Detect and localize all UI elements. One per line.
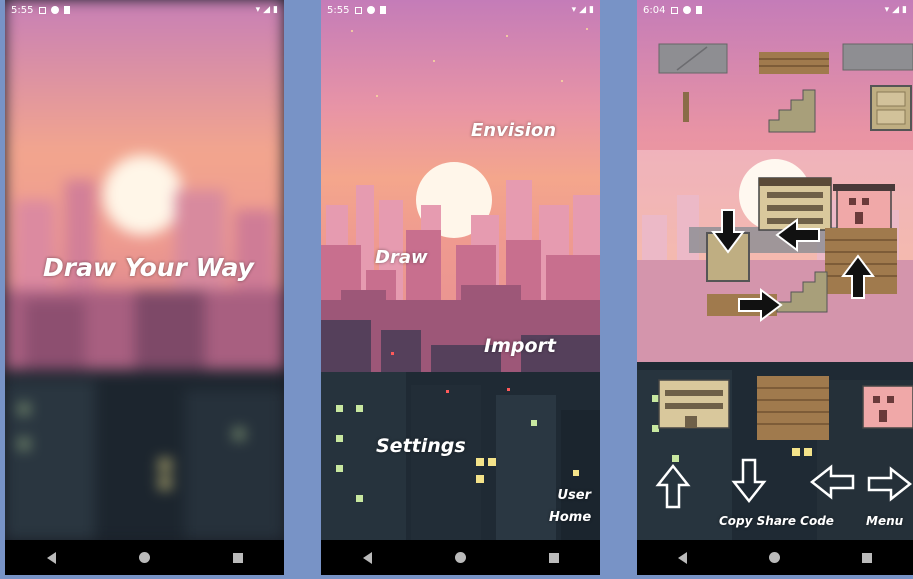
back-icon[interactable]	[46, 551, 56, 564]
nav-bar	[5, 540, 284, 575]
envision-button[interactable]: Envision	[471, 120, 556, 141]
back-icon[interactable]	[362, 551, 372, 564]
status-bar: 6:04 ▾ ◢ ▮	[637, 0, 913, 20]
home-icon[interactable]	[454, 552, 466, 563]
sync-icon	[683, 6, 692, 14]
move-right-button[interactable]	[867, 466, 913, 502]
level-editor-screen: Copy Share Code Menu 6:04 ▾ ◢ ▮	[637, 0, 913, 575]
status-time: 5:55	[327, 4, 350, 16]
sync-icon	[51, 6, 60, 14]
recents-icon[interactable]	[232, 552, 243, 563]
main-menu-screen: 5:55 ▾ ◢ ▮ Envision Draw Import Settings U…	[321, 0, 600, 575]
up-arrow-icon	[841, 254, 875, 299]
status-time: 6:04	[643, 4, 666, 16]
move-left-button[interactable]	[809, 464, 855, 500]
settings-button[interactable]: Settings	[376, 435, 466, 457]
notification-icon	[355, 6, 363, 14]
wifi-icon: ▾	[571, 5, 577, 15]
move-down-button[interactable]	[731, 458, 767, 504]
home-icon[interactable]	[769, 552, 780, 563]
user-home-label-line2: Home	[549, 510, 592, 525]
down-arrow-icon	[711, 209, 745, 254]
battery-icon: ▮	[273, 5, 278, 15]
signal-icon: ◢	[579, 5, 587, 15]
home-icon[interactable]	[138, 552, 150, 563]
left-arrow-icon	[775, 218, 820, 252]
battery-icon: ▮	[589, 5, 594, 15]
draw-button[interactable]: Draw	[375, 247, 428, 268]
wifi-icon: ▾	[884, 5, 890, 15]
splash-screen: 5:55 ▾ ◢ ▮ Draw Your Way	[5, 0, 284, 575]
back-icon[interactable]	[678, 551, 687, 564]
nav-bar	[637, 540, 913, 575]
status-bar: 5:55 ▾ ◢ ▮	[321, 0, 600, 20]
wifi-icon: ▾	[255, 5, 261, 15]
status-time: 5:55	[11, 4, 34, 16]
right-arrow-icon	[738, 288, 783, 322]
copy-share-code-button[interactable]: Copy Share Code	[719, 514, 834, 528]
recents-icon[interactable]	[862, 552, 872, 563]
notification-icon	[39, 6, 47, 14]
sd-card-icon	[64, 6, 71, 14]
user-home-label-line1: User	[557, 488, 591, 503]
status-bar: 5:55 ▾ ◢ ▮	[5, 0, 284, 20]
menu-button[interactable]: Menu	[866, 514, 903, 528]
battery-icon: ▮	[902, 5, 907, 15]
nav-bar	[321, 540, 600, 575]
signal-icon: ◢	[892, 5, 900, 15]
sync-icon	[367, 6, 376, 14]
app-title: Draw Your Way	[43, 253, 254, 282]
recents-icon[interactable]	[548, 552, 559, 563]
notification-icon	[671, 6, 679, 14]
sd-card-icon	[380, 6, 387, 14]
user-home-button[interactable]: User Home	[549, 488, 591, 525]
signal-icon: ◢	[263, 5, 271, 15]
pixel-city-background	[321, 0, 600, 540]
sd-card-icon	[696, 6, 703, 14]
import-button[interactable]: Import	[484, 335, 556, 357]
move-up-button[interactable]	[655, 463, 691, 509]
